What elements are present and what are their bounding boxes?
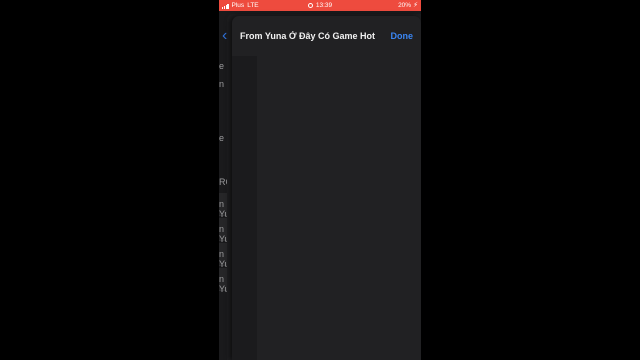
background-text-fragment: e [219, 133, 225, 143]
status-clock: 13:39 [219, 0, 421, 11]
modal-sheet: From Yuna Ở Đây Có Game Hot Done [232, 16, 421, 360]
sheet-content-shade [232, 56, 257, 360]
status-bar: Plus LTE 13:39 20% ⚡ [219, 0, 421, 11]
sheet-header: From Yuna Ở Đây Có Game Hot Done [232, 16, 421, 56]
status-right: 20% ⚡ [398, 0, 418, 11]
background-text-fragment: n [219, 79, 225, 89]
charging-bolt-icon: ⚡ [413, 2, 418, 9]
done-button[interactable]: Done [391, 31, 414, 41]
sheet-title: From Yuna Ở Đây Có Game Hot [240, 31, 376, 41]
phone-screen: Plus LTE 13:39 20% ⚡ ‹ e n e RCH n Yu n … [219, 0, 421, 360]
background-text-fragment: e [219, 61, 225, 71]
time-label: 13:39 [315, 2, 333, 9]
alarm-icon [307, 2, 313, 8]
battery-percent: 20% [398, 2, 412, 9]
